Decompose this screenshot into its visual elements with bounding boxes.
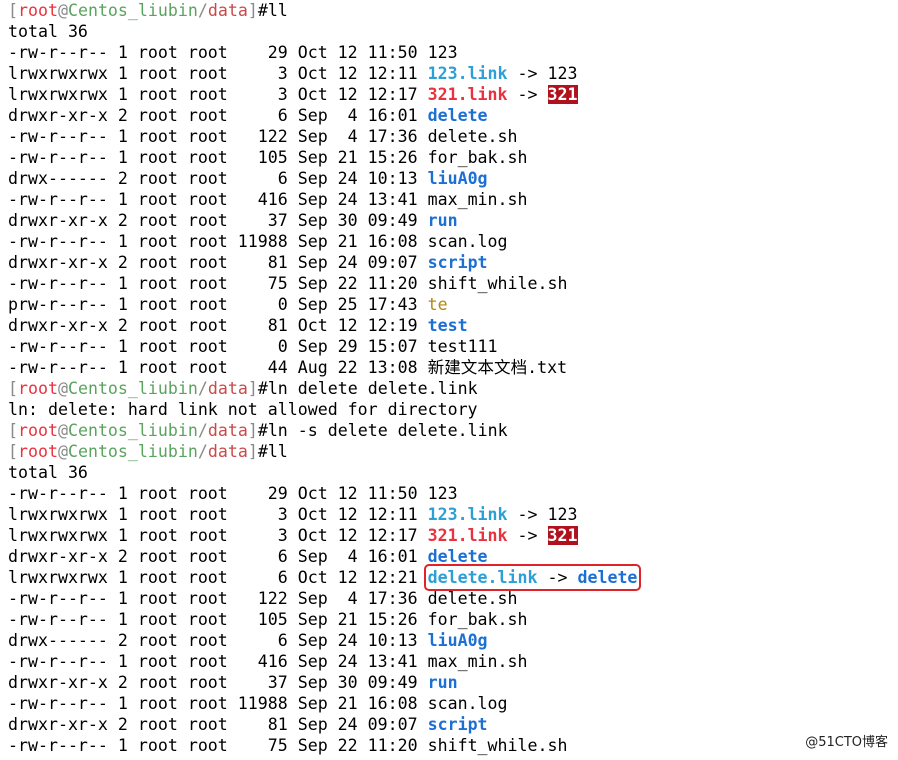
terminal-window[interactable]: [root@Centos_liubin/data]#ll total 36 -r… — [0, 0, 898, 760]
ls-row: -rw-r--r-- 1 root root 75 Sep 22 11:20 s… — [8, 274, 568, 293]
command-text: ll — [267, 442, 288, 461]
link-target: 123 — [547, 505, 578, 524]
prompt-at: @ — [57, 1, 68, 20]
ls-row: drwxr-xr-x 2 root root 6 Sep 4 16:01 del… — [8, 106, 488, 125]
ls-row: -rw-r--r-- 1 root root 416 Sep 24 13:41 … — [8, 652, 528, 671]
file-name: 新建文本文档.txt — [427, 358, 568, 377]
file-name: 123 — [427, 484, 458, 503]
symlink-name: 123.link — [427, 64, 508, 83]
file-name: scan.log — [427, 232, 508, 251]
file-name: delete.sh — [427, 127, 518, 146]
ls-row: -rw-r--r-- 1 root root 416 Sep 24 13:41 … — [8, 190, 528, 209]
ls-row: drwx------ 2 root root 6 Sep 24 10:13 li… — [8, 631, 488, 650]
file-name: delete.sh — [427, 589, 518, 608]
symlink-name: 123.link — [427, 505, 508, 524]
ls-row: -rw-r--r-- 1 root root 11988 Sep 21 16:0… — [8, 694, 508, 713]
ls-row: -rw-r--r-- 1 root root 11988 Sep 21 16:0… — [8, 232, 508, 251]
ls-row: -rw-r--r-- 1 root root 29 Oct 12 11:50 1… — [8, 43, 458, 62]
broken-symlink-name: 321.link — [427, 85, 508, 104]
ls-row: prw-r--r-- 1 root root 0 Sep 25 17:43 te — [8, 295, 448, 314]
ls-row: lrwxrwxrwx 1 root root 3 Oct 12 12:17 32… — [8, 526, 578, 545]
prompt-host: Centos_liubin — [67, 1, 198, 20]
dir-name: test — [427, 316, 468, 335]
error-line: ln: delete: hard link not allowed for di… — [8, 400, 478, 419]
link-target: delete — [577, 568, 638, 587]
ls-row: drwxr-xr-x 2 root root 37 Sep 30 09:49 r… — [8, 211, 458, 230]
prompt-dir: data — [207, 1, 248, 20]
command-text: ln delete delete.link — [267, 379, 478, 398]
watermark: @51CTO博客 — [805, 735, 888, 750]
ls-row: drwxr-xr-x 2 root root 81 Sep 24 09:07 s… — [8, 715, 488, 734]
command-text: ll — [267, 1, 288, 20]
dir-name: script — [427, 253, 488, 272]
file-name: shift_while.sh — [427, 274, 568, 293]
ls-row: drwxr-xr-x 2 root root 37 Sep 30 09:49 r… — [8, 673, 458, 692]
prompt-bracket: [ — [8, 1, 18, 20]
dir-name: run — [427, 673, 458, 692]
file-name: max_min.sh — [427, 652, 528, 671]
dir-name: delete — [427, 106, 488, 125]
total-line: total 36 — [8, 22, 88, 41]
dir-name: run — [427, 211, 458, 230]
ls-row: lrwxrwxrwx 1 root root 3 Oct 12 12:11 12… — [8, 505, 578, 524]
prompt-line: [root@Centos_liubin/data]#ll — [8, 1, 288, 20]
pipe-name: te — [427, 295, 448, 314]
prompt-line: [root@Centos_liubin/data]#ln delete dele… — [8, 379, 478, 398]
dir-name: delete — [427, 547, 488, 566]
command-text: ln -s delete delete.link — [267, 421, 508, 440]
prompt-line: [root@Centos_liubin/data]#ll — [8, 442, 288, 461]
symlink-name: delete.link — [427, 568, 538, 587]
dir-name: liuA0g — [427, 631, 488, 650]
dir-name: script — [427, 715, 488, 734]
ls-row: lrwxrwxrwx 1 root root 3 Oct 12 12:11 12… — [8, 64, 578, 83]
file-name: for_bak.sh — [427, 148, 528, 167]
ls-row: lrwxrwxrwx 1 root root 6 Oct 12 12:21 de… — [8, 564, 642, 591]
highlight-box: delete.link -> delete — [423, 564, 642, 591]
broken-symlink-name: 321.link — [427, 526, 508, 545]
prompt-line: [root@Centos_liubin/data]#ln -s delete d… — [8, 421, 508, 440]
ls-row: lrwxrwxrwx 1 root root 3 Oct 12 12:17 32… — [8, 85, 578, 104]
total-line: total 36 — [8, 463, 88, 482]
file-name: shift_while.sh — [427, 736, 568, 755]
ls-row: -rw-r--r-- 1 root root 29 Oct 12 11:50 1… — [8, 484, 458, 503]
ls-row: -rw-r--r-- 1 root root 44 Aug 22 13:08 新… — [8, 358, 568, 377]
ls-row: -rw-r--r-- 1 root root 105 Sep 21 15:26 … — [8, 610, 528, 629]
ls-row: -rw-r--r-- 1 root root 0 Sep 29 15:07 te… — [8, 337, 498, 356]
ls-row: -rw-r--r-- 1 root root 75 Sep 22 11:20 s… — [8, 736, 568, 755]
broken-link-target: 321 — [547, 526, 578, 545]
link-target: 123 — [547, 64, 578, 83]
ls-row: -rw-r--r-- 1 root root 122 Sep 4 17:36 d… — [8, 127, 518, 146]
file-name: for_bak.sh — [427, 610, 528, 629]
ls-row: -rw-r--r-- 1 root root 122 Sep 4 17:36 d… — [8, 589, 518, 608]
ls-row: drwxr-xr-x 2 root root 6 Sep 4 16:01 del… — [8, 547, 488, 566]
ls-row: -rw-r--r-- 1 root root 105 Sep 21 15:26 … — [8, 148, 528, 167]
ls-row: drwxr-xr-x 2 root root 81 Oct 12 12:19 t… — [8, 316, 468, 335]
prompt-user: root — [18, 1, 58, 20]
file-name: max_min.sh — [427, 190, 528, 209]
file-name: 123 — [427, 43, 458, 62]
ls-row: drwxr-xr-x 2 root root 81 Sep 24 09:07 s… — [8, 253, 488, 272]
file-name: scan.log — [427, 694, 508, 713]
file-name: test111 — [427, 337, 498, 356]
broken-link-target: 321 — [547, 85, 578, 104]
dir-name: liuA0g — [427, 169, 488, 188]
ls-row: drwx------ 2 root root 6 Sep 24 10:13 li… — [8, 169, 488, 188]
